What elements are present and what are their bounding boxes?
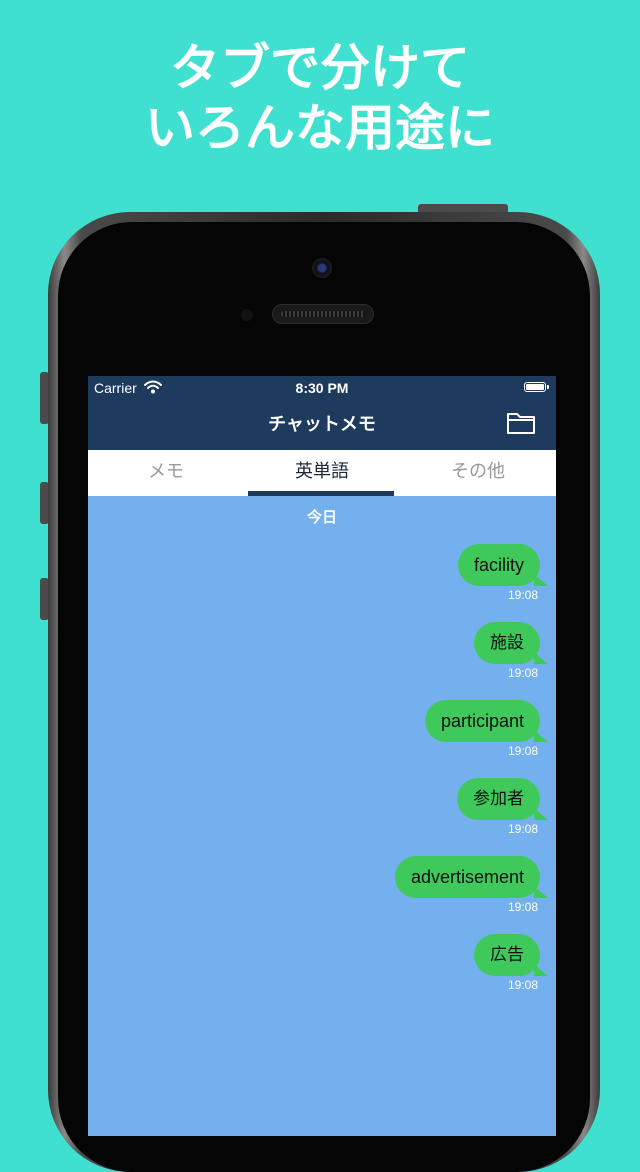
front-camera (312, 258, 332, 278)
status-bar: Carrier 8:30 PM (88, 376, 556, 400)
status-time: 8:30 PM (295, 380, 349, 396)
message-bubble[interactable]: facility (457, 544, 549, 586)
message-row: facility 19:08 (88, 544, 556, 622)
headline-line-2: いろんな用途に (145, 99, 495, 157)
tab-other[interactable]: その他 (400, 450, 556, 496)
navigation-bar: チャットメモ (88, 400, 556, 450)
battery-icon (524, 382, 549, 392)
promo-headline: タブで分けて いろんな用途に (0, 38, 640, 158)
message-bubble[interactable]: 施設 (474, 622, 548, 664)
headline-line-1: タブで分けて (170, 39, 470, 97)
folder-icon[interactable] (506, 410, 536, 436)
message-bubble[interactable]: advertisement (394, 856, 549, 898)
message-time: 19:08 (507, 588, 538, 602)
message-row: 広告 19:08 (88, 934, 556, 1012)
message-row: participant 19:08 (88, 700, 556, 778)
message-row: 施設 19:08 (88, 622, 556, 700)
battery-level (526, 384, 544, 390)
date-separator: 今日 (306, 508, 337, 526)
message-time: 19:08 (507, 744, 538, 758)
earpiece-speaker (272, 304, 374, 324)
app-screen: Carrier 8:30 PM チャットメモ メモ 英単語 その他 今日 fac… (88, 376, 556, 1136)
tab-bar: メモ 英単語 その他 (88, 450, 556, 496)
tab-english-words[interactable]: 英単語 (244, 450, 400, 496)
message-time: 19:08 (507, 666, 538, 680)
nav-title: チャットメモ (268, 414, 376, 435)
message-bubble[interactable]: 広告 (474, 934, 548, 976)
message-time: 19:08 (507, 900, 538, 914)
tab-memo[interactable]: メモ (88, 450, 244, 496)
message-time: 19:08 (507, 822, 538, 836)
message-bubble[interactable]: 参加者 (457, 778, 548, 820)
message-row: 参加者 19:08 (88, 778, 556, 856)
message-list: facility 19:08 施設 19:08 participant 19:0… (88, 544, 556, 1012)
message-time: 19:08 (507, 978, 538, 992)
message-row: advertisement 19:08 (88, 856, 556, 934)
message-bubble[interactable]: participant (424, 700, 549, 742)
proximity-sensor (241, 309, 253, 321)
